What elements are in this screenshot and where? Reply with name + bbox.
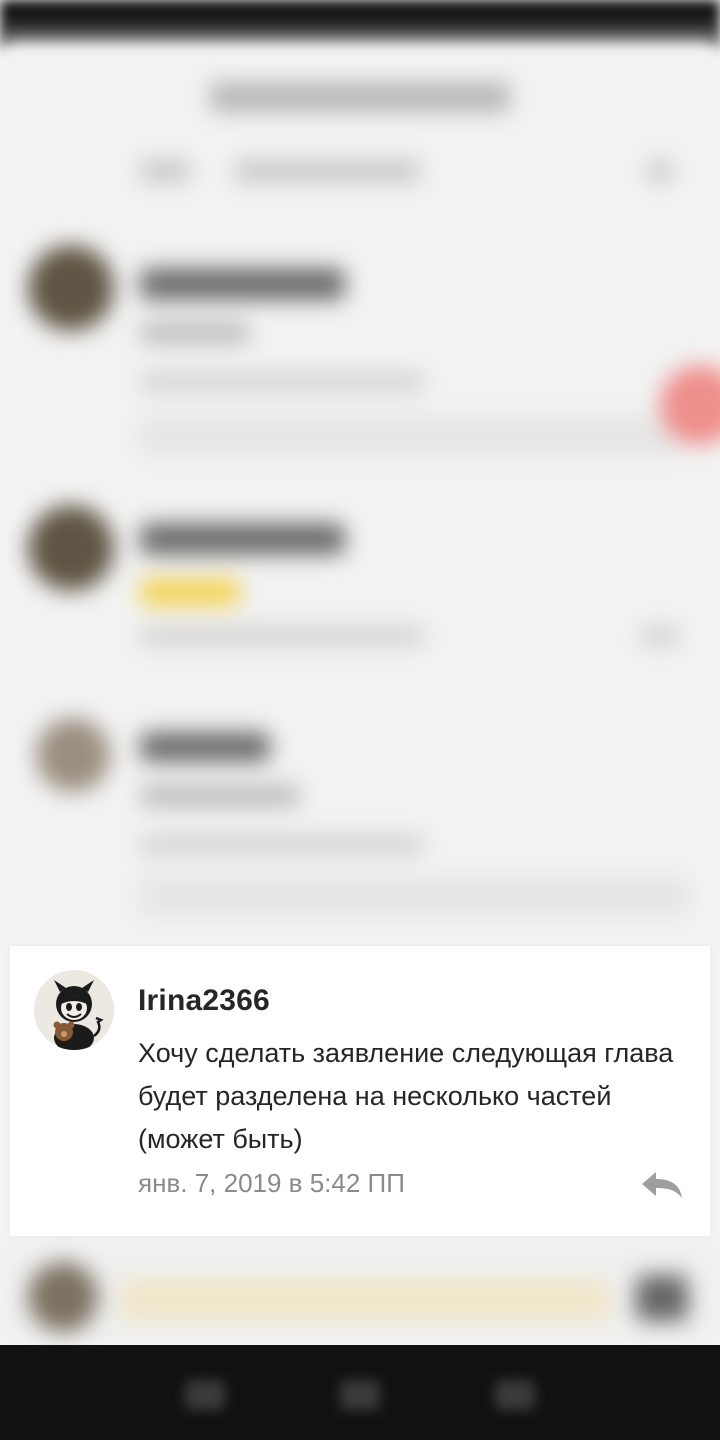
reply-icon	[642, 1172, 682, 1198]
blurred-line	[140, 372, 425, 392]
blurred-filter	[235, 160, 420, 182]
blurred-line	[140, 785, 300, 807]
blurred-header-title	[210, 82, 510, 112]
blurred-send-button	[636, 1275, 688, 1321]
blurred-filter	[140, 160, 190, 182]
blurred-reply-field	[120, 1280, 610, 1320]
nav-recent-button[interactable]	[185, 1380, 225, 1410]
blurred-avatar	[28, 245, 114, 331]
comment-text: Хочу сделать заявление следующая глава б…	[138, 1038, 674, 1154]
comment-timestamp: янв. 7, 2019 в 5:42 ПП	[138, 1168, 405, 1198]
blurred-line	[140, 732, 270, 762]
blurred-line	[140, 523, 345, 555]
blurred-line	[140, 322, 250, 344]
blurred-box	[140, 415, 680, 457]
avatar[interactable]	[34, 970, 114, 1050]
nav-home-button[interactable]	[340, 1380, 380, 1410]
highlighted-comment[interactable]: Irina2366 Хочу сделать заявление следующ…	[10, 946, 710, 1236]
nav-back-button[interactable]	[495, 1380, 535, 1410]
blurred-box	[140, 876, 690, 916]
reply-button[interactable]	[638, 1168, 686, 1202]
blurred-filter	[648, 160, 672, 182]
blurred-line	[140, 626, 425, 646]
screen: Irina2366 Хочу сделать заявление следующ…	[0, 0, 720, 1440]
blurred-avatar	[36, 718, 110, 792]
comment-author[interactable]: Irina2366	[138, 984, 270, 1018]
blurred-avatar	[28, 1262, 98, 1332]
blurred-line	[140, 835, 425, 855]
blurred-avatar	[28, 505, 114, 591]
blurred-badge	[140, 578, 240, 606]
blurred-line	[140, 268, 345, 300]
blurred-line	[640, 626, 680, 646]
cartoon-character-avatar-icon	[34, 970, 114, 1050]
